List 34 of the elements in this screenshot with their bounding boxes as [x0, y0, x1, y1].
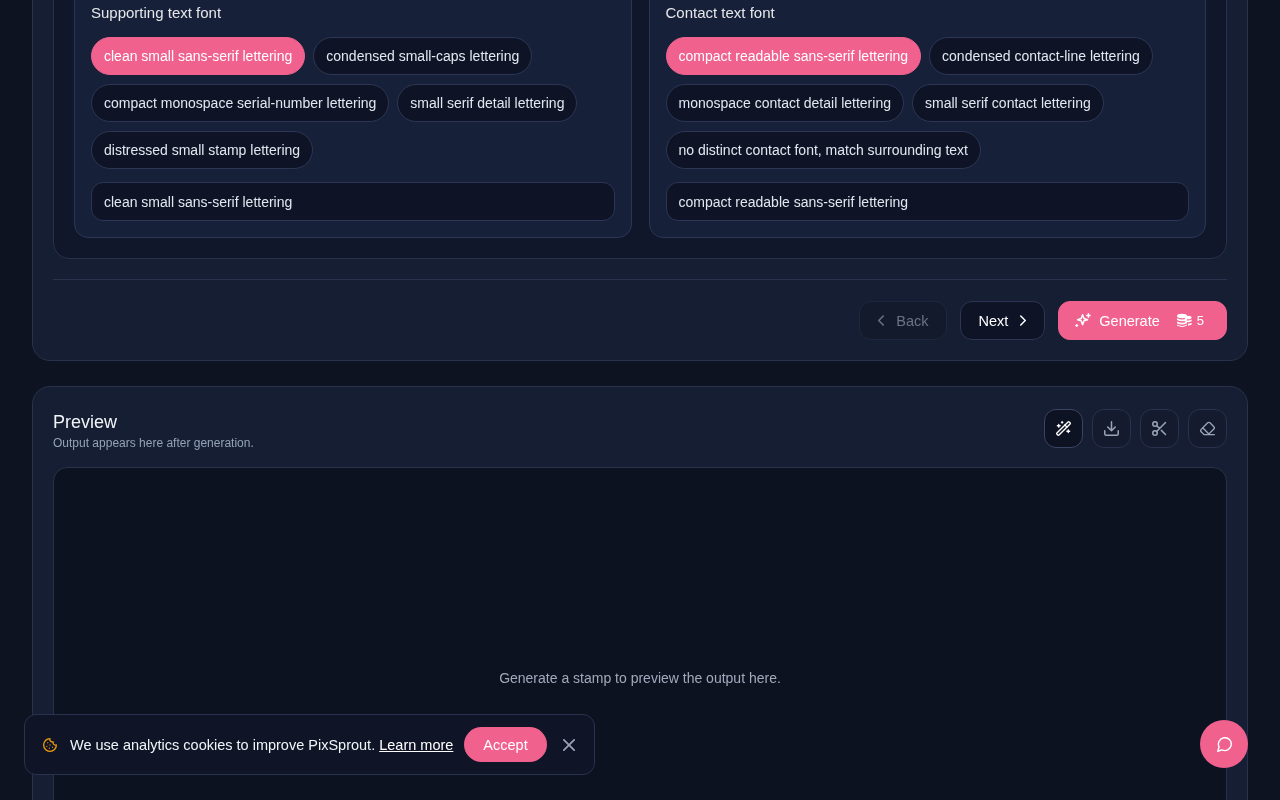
magic-wand-button[interactable]: [1044, 409, 1083, 448]
option-chip[interactable]: condensed contact-line lettering: [929, 37, 1153, 75]
chevron-right-icon: [1020, 315, 1027, 326]
next-button[interactable]: Next: [960, 301, 1046, 340]
option-chip[interactable]: no distinct contact font, match surrounding text: [665, 131, 981, 169]
chevron-left-icon: [878, 315, 885, 326]
option-chip[interactable]: small serif detail lettering: [397, 84, 578, 122]
option-chip[interactable]: distressed small stamp lettering: [91, 131, 314, 169]
magic-wand-icon: [1056, 421, 1071, 436]
coins-icon: [1175, 313, 1192, 328]
preview-title: Preview: [53, 411, 119, 433]
close-icon: [562, 738, 575, 751]
text-input-field[interactable]: compact readable sans-serif lettering: [665, 182, 1189, 221]
download-button[interactable]: [1092, 409, 1131, 448]
sparkle-icon: [1075, 313, 1092, 328]
section-label: Contact text font: [665, 3, 775, 23]
close-button[interactable]: [562, 738, 575, 751]
option-chip[interactable]: condensed small-caps lettering: [313, 37, 533, 75]
eraser-button[interactable]: [1188, 409, 1227, 448]
chat-bubble-icon: [1216, 736, 1232, 752]
learn-more-link[interactable]: Learn more: [379, 736, 454, 753]
eraser-icon: [1200, 421, 1215, 436]
cookie-icon: [43, 737, 57, 752]
option-chip[interactable]: small serif contact lettering: [911, 84, 1104, 122]
preview-subtitle: Output appears here after generation.: [53, 436, 254, 451]
scissors-icon: [1152, 421, 1167, 436]
empty-message: Generate a stamp to preview the output here.: [499, 670, 781, 686]
text-input-field[interactable]: clean small sans-serif lettering: [91, 182, 615, 221]
option-chip[interactable]: monospace contact detail lettering: [665, 84, 904, 122]
section-label: Supporting text font: [91, 3, 222, 23]
option-chip[interactable]: compact monospace serial-number lettering: [91, 84, 390, 122]
cookie-message: We use analytics cookies to improve PixSprout. Learn more: [70, 736, 454, 753]
scissors-button[interactable]: [1140, 409, 1179, 448]
download-icon: [1104, 421, 1119, 436]
